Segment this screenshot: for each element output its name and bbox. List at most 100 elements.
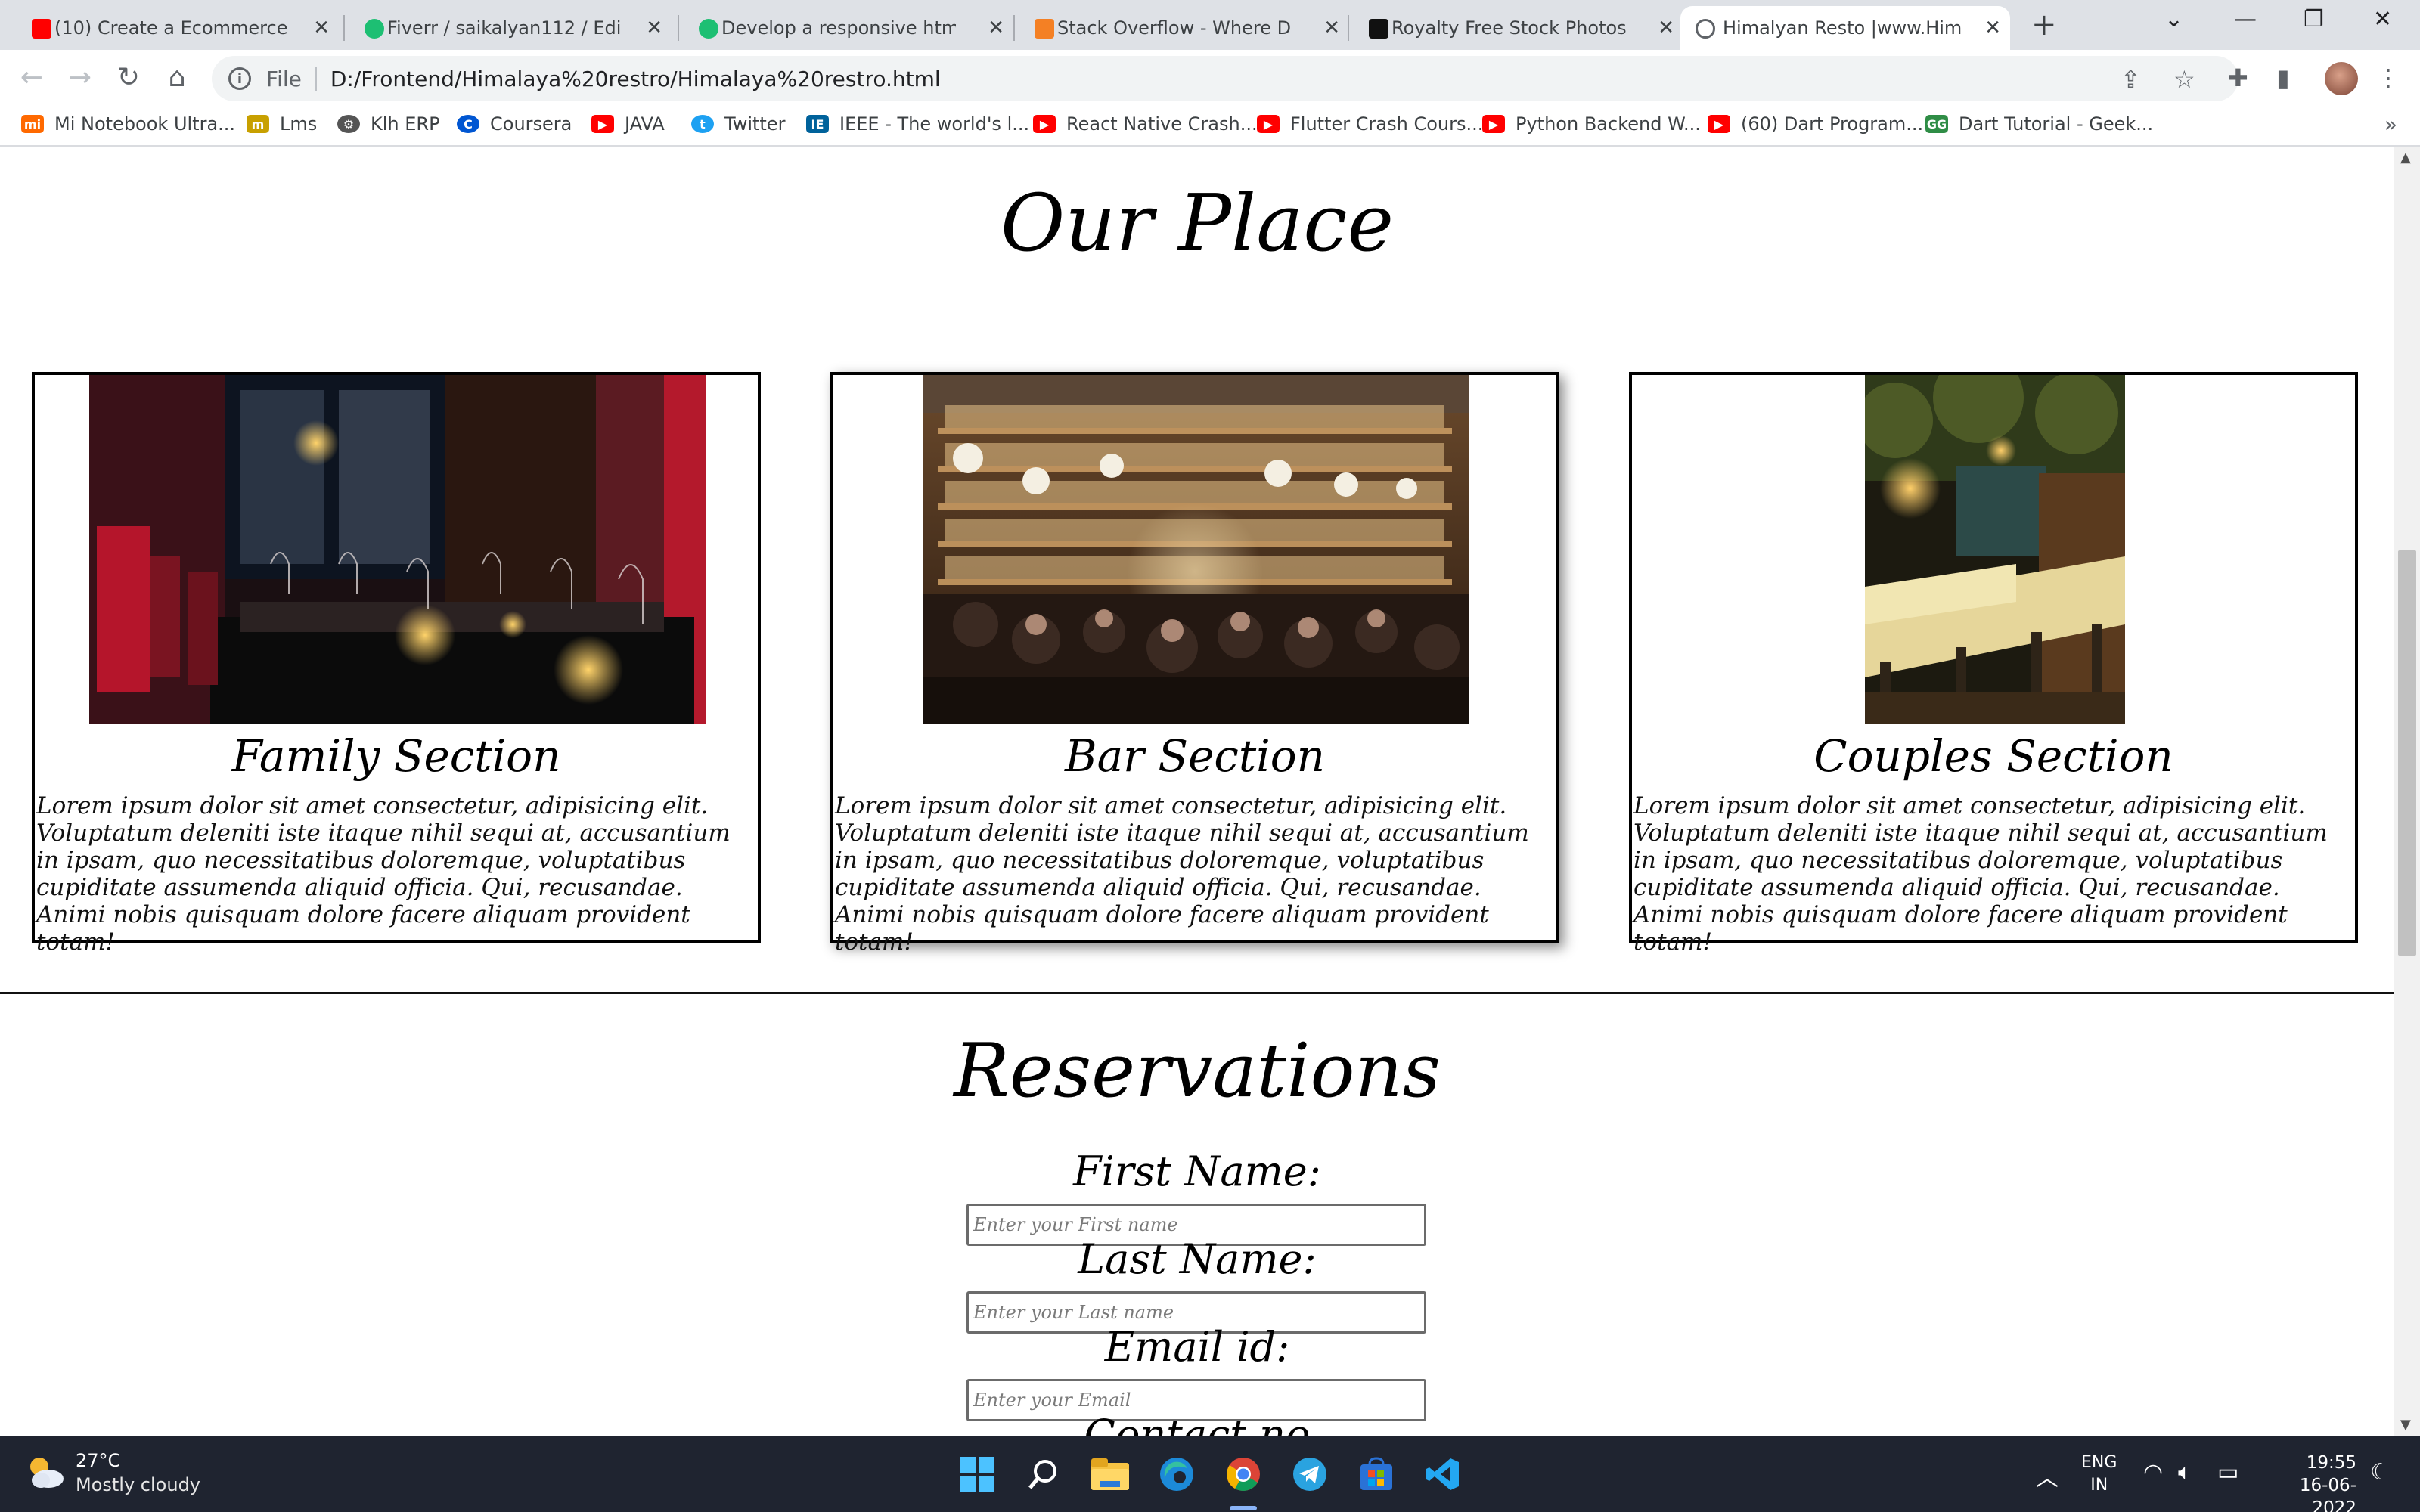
browser-tab[interactable]: Stack Overflow - Where Deve ✕	[1032, 6, 1349, 50]
email-label: Email id:	[1104, 1323, 1290, 1371]
card-caption: Bar Section	[1064, 730, 1326, 782]
couples-photo-image	[1865, 375, 2125, 724]
share-icon[interactable]: ⇪	[2121, 65, 2141, 94]
bar-photo-image	[923, 375, 1469, 724]
close-tab-icon[interactable]: ✕	[1323, 17, 1340, 39]
minimize-icon[interactable]: —	[2234, 6, 2257, 33]
fiverr-icon	[699, 19, 718, 39]
file-explorer-button[interactable]	[1089, 1453, 1131, 1495]
coursera-icon: C	[457, 115, 479, 133]
profile-avatar[interactable]	[2325, 62, 2358, 95]
close-tab-icon[interactable]: ✕	[988, 17, 1004, 39]
forward-icon[interactable]: →	[64, 62, 97, 93]
family-section-photo	[89, 375, 706, 724]
telegram-button[interactable]	[1289, 1453, 1331, 1495]
youtube-icon	[32, 19, 51, 39]
address-separator	[315, 67, 317, 91]
browser-tab-active[interactable]: Himalyan Resto |www.Himala ✕	[1680, 6, 2010, 50]
store-button[interactable]	[1355, 1453, 1398, 1495]
ieee-icon: IE	[806, 115, 829, 133]
gettyimages-icon	[1369, 19, 1388, 39]
bookmark-item[interactable]: t Twitter	[691, 113, 785, 135]
bookmark-item[interactable]: m Lms	[247, 113, 317, 135]
bookmark-item[interactable]: ▶ Flutter Crash Cours...	[1257, 113, 1483, 135]
scroll-up-arrow-icon[interactable]: ▲	[2400, 150, 2411, 166]
start-button[interactable]	[956, 1453, 998, 1495]
bookmark-item[interactable]: ⚙ Klh ERP	[337, 113, 440, 135]
scrollbar-thumb[interactable]	[2398, 550, 2416, 956]
tab-separator	[1013, 15, 1015, 41]
folder-icon	[1091, 1458, 1129, 1490]
close-tab-icon[interactable]: ✕	[1984, 17, 2001, 39]
system-clock[interactable]: 19:55 16-06-2022	[2260, 1452, 2356, 1512]
home-icon[interactable]: ⌂	[160, 62, 194, 93]
tab-search-icon[interactable]: ⌄	[2164, 6, 2183, 33]
chrome-icon	[1227, 1458, 1260, 1491]
bookmark-item[interactable]: GG Dart Tutorial - Geek...	[1925, 113, 2153, 135]
card-description: Lorem ipsum dolor sit amet consectetur, …	[835, 792, 1529, 956]
telegram-icon	[1293, 1458, 1326, 1491]
mi-icon: mi	[21, 115, 44, 133]
bar-section-photo	[923, 375, 1469, 724]
bookmark-item[interactable]: ▶ Python Backend W...	[1482, 113, 1701, 135]
new-tab-button[interactable]: +	[2031, 8, 2057, 42]
page-scrollbar[interactable]: ▲ ▼	[2394, 147, 2420, 1436]
info-icon[interactable]: i	[228, 67, 251, 90]
active-app-indicator	[1230, 1506, 1257, 1510]
browser-tab[interactable]: Develop a responsive html cs ✕	[696, 6, 1013, 50]
couples-section-photo	[1865, 375, 2125, 724]
bar-section-card: Bar Section Lorem ipsum dolor sit amet c…	[830, 372, 1559, 956]
show-hidden-icons-icon[interactable]: ︿	[2036, 1459, 2059, 1492]
browser-tab[interactable]: Royalty Free Stock Photos, Illu ✕	[1366, 6, 1683, 50]
extensions-icon[interactable]: ✚	[2228, 64, 2248, 92]
youtube-icon: ▶	[591, 115, 614, 133]
weather-description: Mostly cloudy	[76, 1474, 200, 1495]
reload-icon[interactable]: ↻	[112, 62, 145, 93]
card-caption: Couples Section	[1813, 730, 2173, 782]
close-window-icon[interactable]: ✕	[2373, 6, 2392, 33]
windows-logo-icon	[960, 1457, 994, 1492]
page-viewport: Our Place Family Section Lorem ipsum dol…	[0, 147, 2394, 1436]
weather-temperature: 27°C	[76, 1450, 121, 1471]
stackoverflow-icon	[1035, 19, 1054, 39]
bookmark-item[interactable]: ▶ React Native Crash...	[1033, 113, 1258, 135]
search-button[interactable]	[1022, 1453, 1065, 1495]
youtube-icon: ▶	[1257, 115, 1280, 133]
browser-tab[interactable]: (10) Create a Ecommerce Wel ✕	[29, 6, 339, 50]
volume-icon[interactable]: 🔈︎	[2178, 1459, 2192, 1486]
address-bar[interactable]: i File D:/Frontend/Himalaya%20restro/Him…	[212, 56, 2238, 101]
vscode-button[interactable]	[1422, 1453, 1464, 1495]
wifi-icon[interactable]: ◠	[2143, 1459, 2163, 1486]
bookmark-item[interactable]: ▶ (60) Dart Program...	[1708, 113, 1923, 135]
battery-icon[interactable]: ▭	[2217, 1459, 2238, 1486]
close-tab-icon[interactable]: ✕	[313, 17, 330, 39]
chrome-button[interactable]	[1222, 1453, 1264, 1495]
browser-tab[interactable]: Fiverr / saikalyan112 / Edit Gi ✕	[361, 6, 672, 50]
close-tab-icon[interactable]: ✕	[646, 17, 662, 39]
youtube-icon: ▶	[1708, 115, 1730, 133]
side-panel-icon[interactable]: ▮	[2276, 64, 2290, 92]
url-text[interactable]: D:/Frontend/Himalaya%20restro/Himalaya%2…	[330, 67, 941, 91]
search-icon	[1028, 1460, 1056, 1489]
youtube-icon: ▶	[1033, 115, 1056, 133]
bookmark-star-icon[interactable]: ☆	[2173, 65, 2195, 94]
menu-icon[interactable]: ⋮	[2376, 64, 2400, 92]
bookmark-item[interactable]: ▶ JAVA	[591, 113, 665, 135]
bookmark-item[interactable]: C Coursera	[457, 113, 572, 135]
notifications-icon[interactable]: ☾	[2370, 1459, 2391, 1486]
edge-button[interactable]	[1156, 1453, 1198, 1495]
bookmark-item[interactable]: mi Mi Notebook Ultra...	[21, 113, 235, 135]
scroll-down-arrow-icon[interactable]: ▼	[2400, 1417, 2411, 1433]
back-icon[interactable]: ←	[15, 62, 48, 93]
language-indicator[interactable]: ENG IN	[2081, 1452, 2117, 1497]
tab-separator	[343, 15, 345, 41]
close-tab-icon[interactable]: ✕	[1658, 17, 1674, 39]
first-name-label: First Name:	[1073, 1148, 1321, 1195]
restore-icon[interactable]: ❐	[2304, 6, 2324, 33]
weather-cloud-icon[interactable]	[26, 1455, 65, 1492]
os-taskbar: 27°C Mostly cloudy ︿ ENG IN ◠ 🔈︎ ▭ 19:55…	[0, 1436, 2420, 1512]
more-bookmarks-icon[interactable]: »	[2384, 112, 2397, 137]
tab-separator	[1348, 15, 1349, 41]
globe-icon	[1696, 19, 1715, 39]
bookmark-item[interactable]: IE IEEE - The world's l...	[806, 113, 1029, 135]
